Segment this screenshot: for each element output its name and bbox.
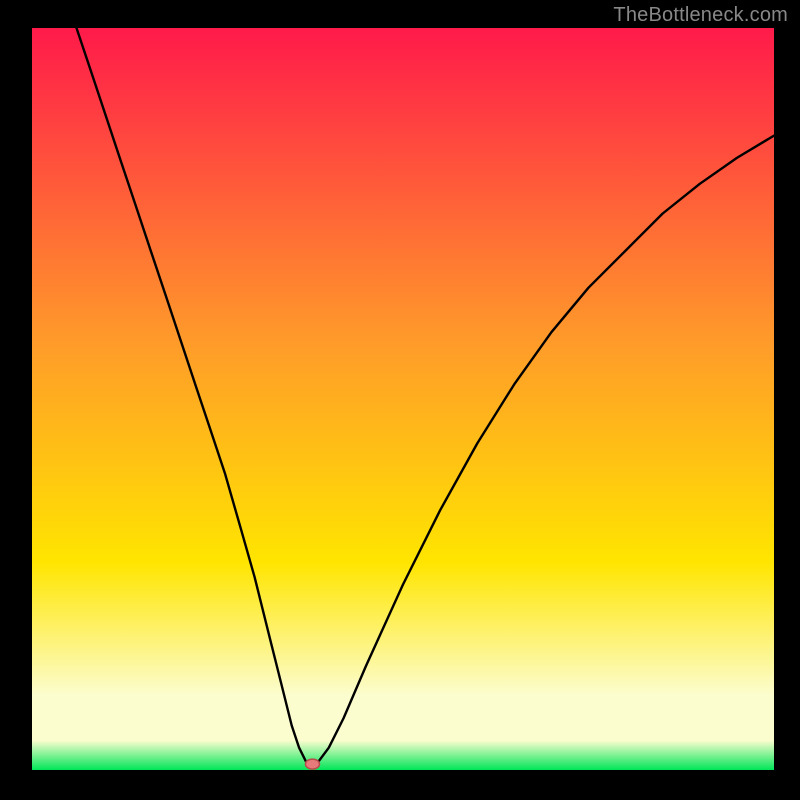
chart-container: { "watermark": "TheBottleneck.com", "col… — [0, 0, 800, 800]
watermark-text: TheBottleneck.com — [613, 4, 788, 27]
plot-background — [32, 28, 774, 770]
chart-svg — [0, 0, 800, 800]
minimum-marker — [305, 759, 319, 769]
